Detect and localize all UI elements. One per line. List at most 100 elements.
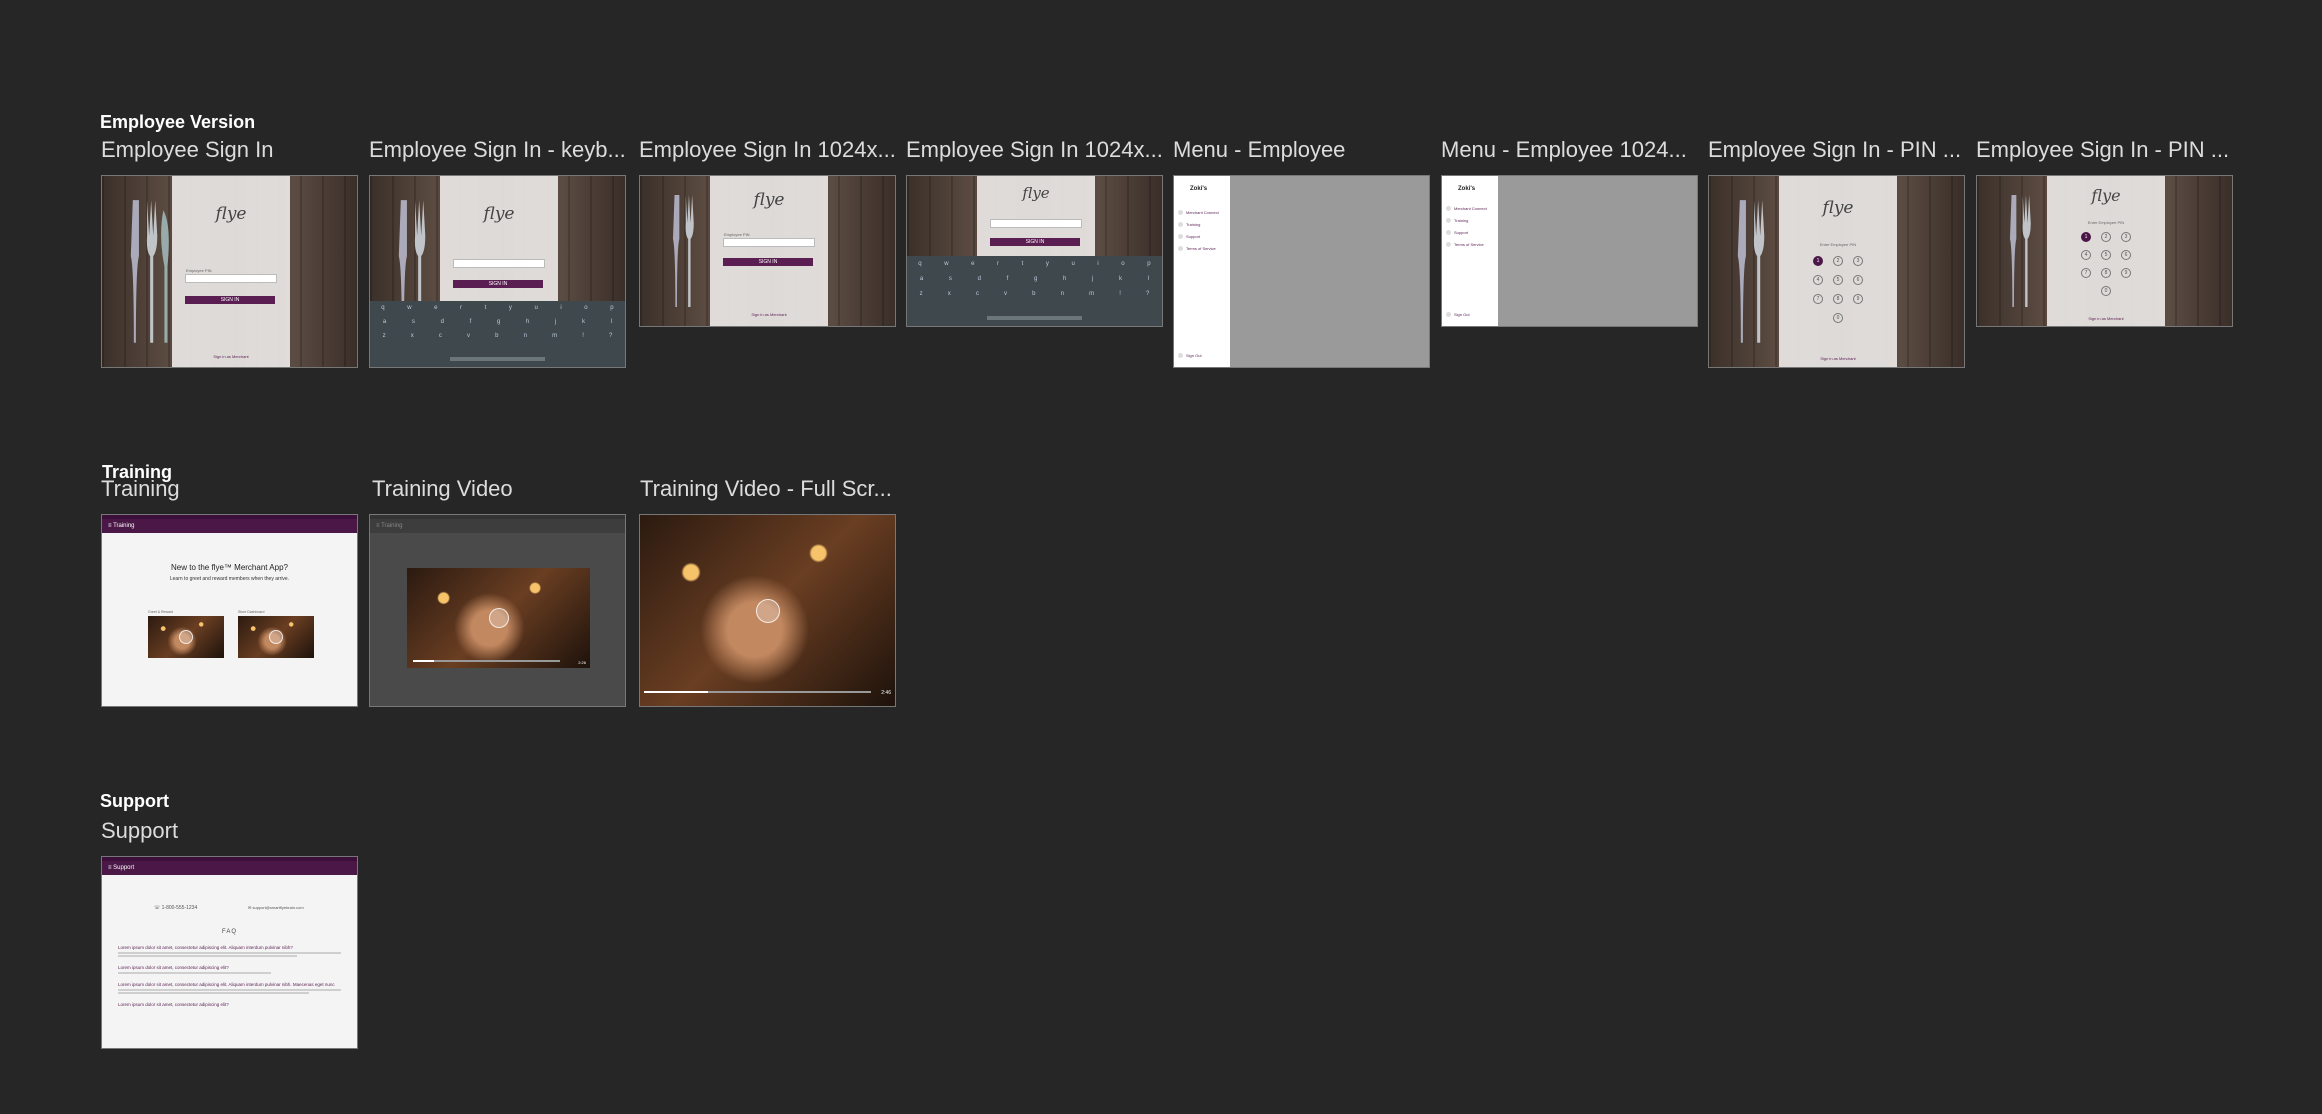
- pin-key-2[interactable]: 2: [2101, 232, 2111, 242]
- artboard-employee-sign-in[interactable]: flye Employee PIN SIGN IN Sign in as Mer…: [101, 175, 358, 368]
- pin-key-1[interactable]: 1: [1813, 256, 1823, 266]
- navigation-drawer[interactable]: Zoki's Merchant Connect Training Support…: [1442, 176, 1499, 326]
- pin-key-9[interactable]: 9: [1853, 294, 1863, 304]
- pin-key-7[interactable]: 7: [2081, 268, 2091, 278]
- pin-key-5[interactable]: 5: [2101, 250, 2111, 260]
- artboard-training-video-full-screen[interactable]: 2:46: [639, 514, 896, 707]
- on-screen-keyboard[interactable]: qwertyuiop asdfghjkl z x c v b n m!?: [907, 256, 1162, 326]
- video-player[interactable]: 2:26: [407, 568, 590, 668]
- support-email[interactable]: ✉ support@smartflyebrain.com: [248, 905, 304, 910]
- video-progress-bar[interactable]: [413, 660, 560, 662]
- artboard-employee-sign-in-pin-1024[interactable]: flye Enter Employee PIN 1 2 3 4 5 6 7 8 …: [1976, 175, 2233, 327]
- artboard-label-employee-sign-in-pin[interactable]: Employee Sign In - PIN ...: [1708, 137, 1966, 163]
- artboard-label-employee-sign-in-1024[interactable]: Employee Sign In 1024x...: [639, 137, 897, 163]
- keyboard-row-3[interactable]: z x c v b n m!?: [370, 333, 625, 339]
- keyboard-row-3[interactable]: z x c v b n m!?: [907, 291, 1162, 297]
- artboard-label-employee-sign-in[interactable]: Employee Sign In: [101, 137, 356, 163]
- artboard-label-employee-sign-in-1024-keyboard[interactable]: Employee Sign In 1024x...: [906, 137, 1164, 163]
- navigation-drawer[interactable]: Zoki's Merchant Connect Training Support…: [1174, 176, 1231, 367]
- artboard-support[interactable]: ≡ Support ☏ 1-800-555-1234 ✉ support@sma…: [101, 856, 358, 1049]
- support-phone[interactable]: ☏ 1-800-555-1234: [154, 905, 197, 911]
- menu-item-training[interactable]: Training: [1178, 222, 1230, 227]
- artboard-menu-employee-1024[interactable]: Zoki's Merchant Connect Training Support…: [1441, 175, 1698, 327]
- artboard-employee-sign-in-keyboard[interactable]: flye SIGN IN qwertyuiop asdfghjkl zxcvbn…: [369, 175, 626, 368]
- faq-question[interactable]: Lorem ipsum dolor sit amet, consectetur …: [118, 982, 341, 987]
- faq-answer: [118, 955, 297, 957]
- play-icon[interactable]: [179, 630, 193, 644]
- menu-item-terms[interactable]: Terms of Service: [1178, 246, 1230, 251]
- employee-pin-input[interactable]: [990, 219, 1082, 228]
- artboard-label-training-video-full-screen[interactable]: Training Video - Full Scr...: [640, 476, 898, 502]
- sign-in-as-merchant-link[interactable]: Sign in as Merchant: [172, 354, 290, 359]
- pin-key-0[interactable]: 0: [1833, 313, 1843, 323]
- artboard-label-menu-employee[interactable]: Menu - Employee: [1173, 137, 1431, 163]
- artboard-label-menu-employee-1024[interactable]: Menu - Employee 1024...: [1441, 137, 1699, 163]
- faq-question[interactable]: Lorem ipsum dolor sit amet, consectetur …: [118, 965, 341, 970]
- artboard-menu-employee[interactable]: Zoki's Merchant Connect Training Support…: [1173, 175, 1430, 368]
- menu-item-merchant-connect[interactable]: Merchant Connect: [1178, 210, 1230, 215]
- keyboard-row-2[interactable]: asdfghjkl: [907, 276, 1162, 282]
- pin-key-5[interactable]: 5: [1833, 275, 1843, 285]
- pin-key-9[interactable]: 9: [2121, 268, 2131, 278]
- faq-question[interactable]: Lorem ipsum dolor sit amet, consectetur …: [118, 1002, 341, 1007]
- pin-key-7[interactable]: 7: [1813, 294, 1823, 304]
- video-player-fullscreen[interactable]: 2:46: [640, 515, 895, 706]
- menu-item-support[interactable]: Support: [1446, 230, 1498, 235]
- spacebar-key[interactable]: [987, 316, 1082, 320]
- pin-key-3[interactable]: 3: [1853, 256, 1863, 266]
- pin-key-6[interactable]: 6: [2121, 250, 2131, 260]
- play-icon[interactable]: [755, 598, 780, 623]
- artboard-label-employee-sign-in-pin-1024[interactable]: Employee Sign In - PIN ...: [1976, 137, 2234, 163]
- sign-in-button[interactable]: SIGN IN: [723, 258, 813, 266]
- artboard-employee-sign-in-pin[interactable]: flye Enter Employee PIN 1 2 3 4 5 6 7 8 …: [1708, 175, 1965, 368]
- faq-title: FAQ: [221, 929, 237, 935]
- pin-key-4[interactable]: 4: [2081, 250, 2091, 260]
- menu-item-training[interactable]: Training: [1446, 218, 1498, 223]
- pin-key-1[interactable]: 1: [2081, 232, 2091, 242]
- menu-item-support[interactable]: Support: [1178, 234, 1230, 239]
- sign-in-button[interactable]: SIGN IN: [185, 296, 275, 304]
- keyboard-row-1[interactable]: qwertyuiop: [370, 305, 625, 311]
- artboard-label-support[interactable]: Support: [101, 818, 356, 844]
- phone-icon: ☏: [154, 905, 162, 911]
- video-thumbnail-greet[interactable]: [148, 616, 224, 658]
- video-progress-bar[interactable]: [644, 691, 871, 693]
- menu-item-sign-out[interactable]: Sign Out: [1446, 312, 1470, 317]
- artboard-label-training-video[interactable]: Training Video: [372, 476, 627, 502]
- play-icon[interactable]: [269, 630, 283, 644]
- sign-in-as-merchant-link[interactable]: Sign in as Merchant: [2047, 316, 2165, 321]
- pin-key-6[interactable]: 6: [1853, 275, 1863, 285]
- training-subline: Learn to greet and reward members when t…: [169, 576, 290, 582]
- pin-key-2[interactable]: 2: [1833, 256, 1843, 266]
- employee-pin-input[interactable]: [453, 259, 545, 268]
- play-icon[interactable]: [488, 608, 509, 628]
- artboard-label-employee-sign-in-keyboard[interactable]: Employee Sign In - keyb...: [369, 137, 627, 163]
- menu-item-sign-out[interactable]: Sign Out: [1178, 353, 1202, 358]
- faq-question[interactable]: Lorem ipsum dolor sit amet, consectetur …: [118, 945, 341, 950]
- pin-key-0[interactable]: 0: [2101, 286, 2111, 296]
- terms-icon: [1446, 242, 1451, 247]
- pin-key-8[interactable]: 8: [1833, 294, 1843, 304]
- artboard-employee-sign-in-1024[interactable]: flye Employee PIN SIGN IN Sign in as Mer…: [639, 175, 896, 327]
- artboard-training-video[interactable]: ≡ Training 2:26: [369, 514, 626, 707]
- artboard-employee-sign-in-1024-keyboard[interactable]: flye SIGN IN qwertyuiop asdfghjkl zxcvbn…: [906, 175, 1163, 327]
- menu-item-merchant-connect[interactable]: Merchant Connect: [1446, 206, 1498, 211]
- sign-in-as-merchant-link[interactable]: Sign in as Merchant: [1779, 356, 1897, 361]
- menu-item-terms[interactable]: Terms of Service: [1446, 242, 1498, 247]
- pin-key-3[interactable]: 3: [2121, 232, 2131, 242]
- artboard-training[interactable]: ≡ Training New to the flye™ Merchant App…: [101, 514, 358, 707]
- sign-in-button[interactable]: SIGN IN: [990, 238, 1080, 246]
- faq-answer: [118, 992, 310, 994]
- employee-pin-input[interactable]: [185, 274, 277, 283]
- keyboard-row-1[interactable]: qwertyuiop: [907, 261, 1162, 267]
- employee-pin-input[interactable]: [723, 238, 815, 247]
- pin-key-4[interactable]: 4: [1813, 275, 1823, 285]
- sign-in-as-merchant-link[interactable]: Sign in as Merchant: [710, 312, 828, 317]
- video-thumbnail-dashboard[interactable]: [238, 616, 314, 658]
- spacebar-key[interactable]: [450, 357, 545, 361]
- pin-key-8[interactable]: 8: [2101, 268, 2111, 278]
- keyboard-row-2[interactable]: asdfghjkl: [370, 319, 625, 325]
- on-screen-keyboard[interactable]: qwertyuiop asdfghjkl z x c v b n m!?: [370, 301, 625, 367]
- artboard-label-training[interactable]: Training: [101, 476, 356, 502]
- sign-in-button[interactable]: SIGN IN: [453, 280, 543, 288]
